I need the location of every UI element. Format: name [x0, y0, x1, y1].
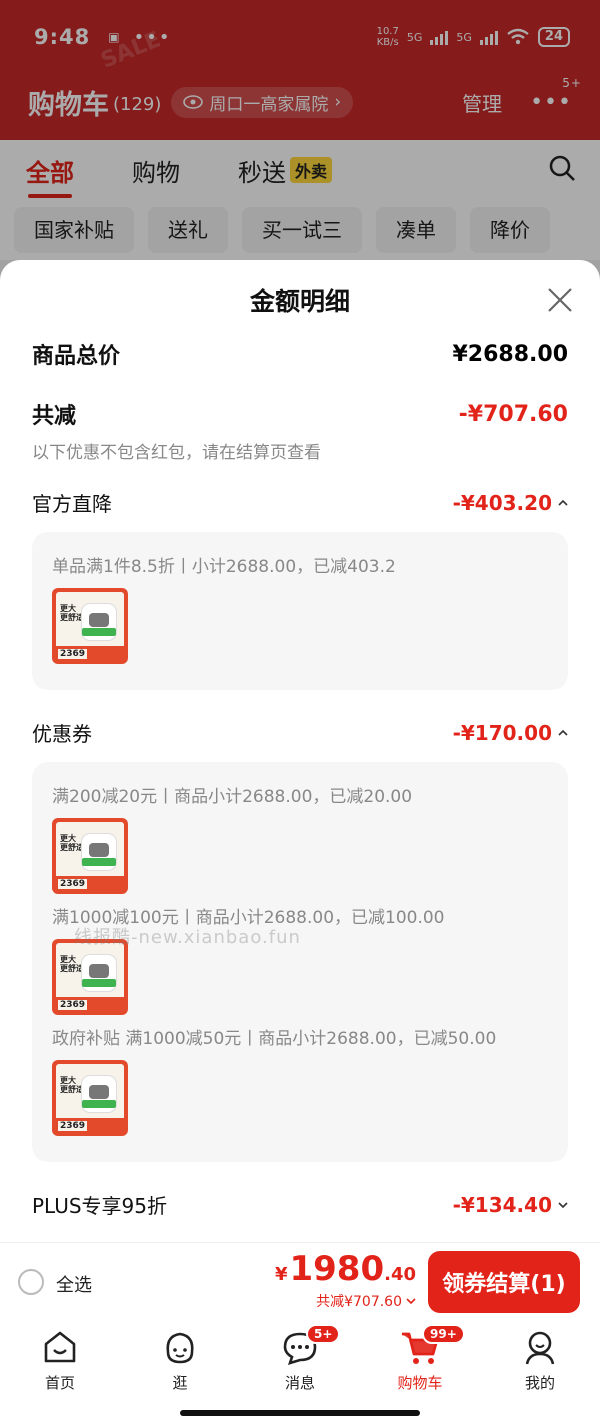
- chevron-up-icon[interactable]: [558, 498, 568, 508]
- official-discount-row[interactable]: 官方直降 -¥403.20: [32, 488, 568, 517]
- saved-amount-toggle[interactable]: 共减¥707.60: [316, 1291, 416, 1311]
- nav-profile[interactable]: 我的: [480, 1320, 600, 1427]
- sheet-title: 金额明细: [249, 287, 350, 316]
- product-thumbnail[interactable]: 更大 更舒适 2369: [52, 939, 128, 1015]
- modal-backdrop[interactable]: [0, 0, 600, 280]
- plus-discount-value: -¥134.40: [452, 1192, 552, 1217]
- watermark-text: 线报酷-new.xianbao.fun: [74, 927, 301, 948]
- total-price-value: ¥2688.00: [452, 341, 568, 367]
- nav-home[interactable]: 首页: [0, 1320, 120, 1427]
- home-icon: [44, 1331, 76, 1363]
- select-all-radio[interactable]: [18, 1269, 44, 1295]
- discount-label: 共减: [32, 404, 77, 429]
- payable-total: ¥ 1980 .40: [274, 1249, 416, 1289]
- select-all-label[interactable]: 全选: [56, 1271, 92, 1297]
- chevron-down-icon: [406, 1298, 416, 1305]
- coupon-card: 满200减20元丨商品小计2688.00，已减20.00 更大 更舒适 2369 …: [32, 762, 568, 1162]
- coupon-rule-1: 满200减20元丨商品小计2688.00，已减20.00: [52, 787, 413, 807]
- messages-badge: 5+: [306, 1324, 341, 1344]
- discount-row: 共减 -¥707.60: [32, 398, 568, 430]
- home-indicator[interactable]: [180, 1410, 420, 1416]
- browse-icon: [166, 1332, 194, 1364]
- close-icon[interactable]: [546, 286, 574, 314]
- plus-discount-label: PLUS专享95折: [32, 1194, 167, 1218]
- profile-icon: [525, 1331, 555, 1365]
- product-thumbnail[interactable]: 更大 更舒适 2369: [52, 1060, 128, 1136]
- official-discount-card: 单品满1件8.5折丨小计2688.00，已减403.2 更大 更舒适 2369: [32, 532, 568, 690]
- coupon-value: -¥170.00: [452, 720, 552, 745]
- chevron-down-icon[interactable]: [558, 1200, 568, 1210]
- discount-hint: 以下优惠不包含红包，请在结算页查看: [32, 443, 321, 463]
- cart-badge: 99+: [422, 1324, 465, 1344]
- product-thumbnail[interactable]: 更大 更舒适 2369: [52, 588, 128, 664]
- total-price-label: 商品总价: [32, 344, 121, 369]
- official-discount-label: 官方直降: [32, 492, 112, 516]
- product-thumbnail[interactable]: 更大 更舒适 2369: [52, 818, 128, 894]
- official-rule-text: 单品满1件8.5折丨小计2688.00，已减403.2: [52, 557, 396, 577]
- coupon-row[interactable]: 优惠券 -¥170.00: [32, 718, 568, 747]
- checkout-bar: 全选 ¥ 1980 .40 共减¥707.60 领券结算(1): [0, 1242, 600, 1320]
- coupon-rule-3: 政府补贴 满1000减50元丨商品小计2688.00，已减50.00: [52, 1029, 497, 1049]
- total-price-row: 商品总价 ¥2688.00: [32, 338, 568, 370]
- amount-detail-sheet: 金额明细 商品总价 ¥2688.00 共减 -¥707.60 以下优惠不包含红包…: [0, 260, 600, 1242]
- checkout-button[interactable]: 领券结算(1): [428, 1251, 580, 1313]
- coupon-label: 优惠券: [32, 722, 92, 746]
- chevron-up-icon[interactable]: [558, 728, 568, 738]
- discount-value: -¥707.60: [458, 401, 568, 427]
- plus-discount-row[interactable]: PLUS专享95折 -¥134.40: [32, 1190, 568, 1219]
- official-discount-value: -¥403.20: [452, 490, 552, 515]
